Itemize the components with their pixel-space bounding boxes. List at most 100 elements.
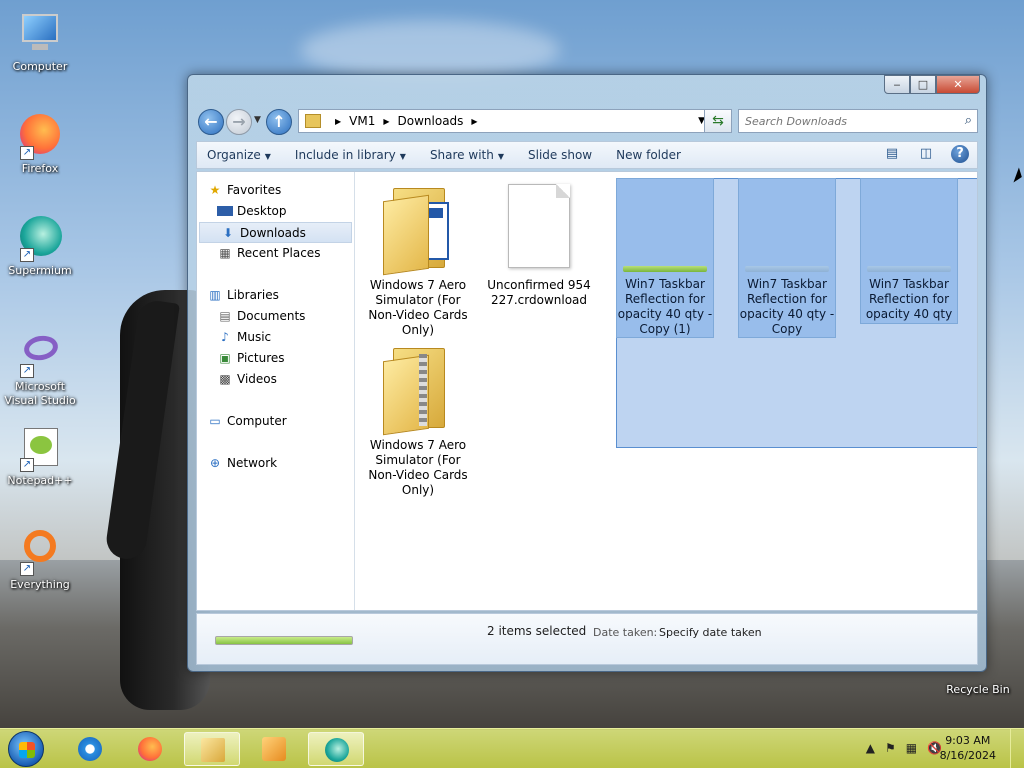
action-center-flag-icon[interactable]: ⚑ xyxy=(885,741,896,755)
nav-videos[interactable]: ▩ Videos xyxy=(197,369,354,390)
desktop-icon-supermium[interactable]: ↗ Supermium xyxy=(2,214,78,277)
computer-icon xyxy=(16,10,64,58)
file-name: Windows 7 Aero Simulator (For Non-Video … xyxy=(368,438,468,497)
organize-button[interactable]: Organize ▼ xyxy=(197,148,285,162)
show-hidden-icons-icon[interactable]: ▲ xyxy=(866,741,875,755)
breadcrumb-separator-icon[interactable]: ▶ xyxy=(335,117,341,126)
search-box[interactable]: ⌕ xyxy=(738,109,978,133)
desktop-icon-notepadpp[interactable]: ↗ Notepad++ xyxy=(2,424,78,487)
desktop-icon-firefox[interactable]: ↗ Firefox xyxy=(2,112,78,175)
date-taken-value[interactable]: Specify date taken xyxy=(659,626,762,639)
shortcut-arrow-icon: ↗ xyxy=(20,364,34,378)
back-button[interactable]: ← xyxy=(198,109,224,135)
nav-libraries[interactable]: ▥ Libraries xyxy=(197,285,354,306)
breadcrumb-downloads[interactable]: Downloads xyxy=(398,114,464,128)
selection-count: 2 items selected xyxy=(487,624,587,638)
nav-recent-places[interactable]: ▦ Recent Places xyxy=(197,243,354,264)
nav-desktop[interactable]: Desktop xyxy=(197,201,354,222)
start-button[interactable] xyxy=(8,731,44,767)
desktop-icon-everything[interactable]: ↗ Everything xyxy=(2,528,78,591)
file-item-aero-folder[interactable]: Windows 7 Aero Simulator (For Non-Video … xyxy=(365,180,471,338)
recycle-bin-label[interactable]: Recycle Bin xyxy=(940,683,1016,696)
close-button[interactable]: ✕ xyxy=(936,75,980,94)
new-folder-button[interactable]: New folder xyxy=(606,148,695,162)
file-item-crdownload[interactable]: Unconfirmed 954227.crdownload xyxy=(486,180,592,308)
help-icon[interactable]: ? xyxy=(951,145,969,163)
forward-button[interactable]: → xyxy=(226,109,252,135)
taskbar-supermium[interactable] xyxy=(308,732,364,766)
breadcrumb-vm1[interactable]: VM1 xyxy=(349,114,375,128)
file-name: Windows 7 Aero Simulator (For Non-Video … xyxy=(368,278,468,337)
explorer-window[interactable]: ‒ □ ✕ ← → ▼ ↑ ▶ VM1 ▶ Downloads ▶ ▼ ⇆ ⌕ … xyxy=(187,74,987,672)
breadcrumb-separator-icon[interactable]: ▶ xyxy=(471,117,477,126)
content-area: ★ Favorites Desktop ⬇ Downloads ▦ Recent Pl… xyxy=(196,171,978,611)
share-with-button[interactable]: Share with ▼ xyxy=(420,148,518,162)
media-player-icon xyxy=(262,737,286,761)
internet-explorer-icon xyxy=(78,737,102,761)
image-thumbnail xyxy=(623,266,707,272)
change-view-icon[interactable]: ▤ xyxy=(883,145,901,163)
show-desktop-button[interactable] xyxy=(1010,729,1024,768)
shortcut-arrow-icon: ↗ xyxy=(20,248,34,262)
folder-icon xyxy=(305,114,321,128)
preview-pane-icon[interactable]: ◫ xyxy=(917,145,935,163)
taskbar-media-player[interactable] xyxy=(246,732,302,766)
clock[interactable]: 9:03 AM 8/16/2024 xyxy=(940,733,996,763)
desktop-icon-label: Notepad++ xyxy=(7,474,73,487)
search-input[interactable] xyxy=(739,110,949,132)
file-item-taskbar-reflection[interactable]: Win7 Taskbar Reflection for opacity 40 q… xyxy=(860,178,958,324)
taskbar-firefox[interactable] xyxy=(122,732,178,766)
file-list[interactable]: Windows 7 Aero Simulator (For Non-Video … xyxy=(357,172,977,610)
recent-pages-dropdown-icon[interactable]: ▼ xyxy=(254,115,261,125)
nav-network[interactable]: ⊕ Network xyxy=(197,453,354,474)
organize-label: Organize xyxy=(207,148,261,162)
file-item-aero-zip[interactable]: Windows 7 Aero Simulator (For Non-Video … xyxy=(365,340,471,498)
documents-icon: ▤ xyxy=(219,309,231,323)
nav-pictures[interactable]: ▣ Pictures xyxy=(197,348,354,369)
refresh-button[interactable]: ⇆ xyxy=(704,109,732,133)
blank-file-icon xyxy=(504,180,574,272)
network-icon: ⊕ xyxy=(209,456,221,470)
mouse-cursor xyxy=(1013,167,1024,185)
maximize-button[interactable]: □ xyxy=(910,75,936,94)
nav-label: Downloads xyxy=(240,226,306,240)
desktop-icon-label: Everything xyxy=(10,578,70,591)
file-name: Win7 Taskbar Reflection for opacity 40 q… xyxy=(865,277,953,321)
desktop-icon-computer[interactable]: Computer xyxy=(2,10,78,73)
nav-label: Pictures xyxy=(237,351,285,365)
nav-label: Recent Places xyxy=(237,246,321,260)
include-in-library-button[interactable]: Include in library ▼ xyxy=(285,148,420,162)
breadcrumb-separator-icon[interactable]: ▶ xyxy=(383,117,389,126)
supermium-icon xyxy=(325,738,349,762)
nav-music[interactable]: ♪ Music xyxy=(197,327,354,348)
nav-label: Network xyxy=(227,456,278,470)
up-button[interactable]: ↑ xyxy=(266,109,292,135)
caption-buttons: ‒ □ ✕ xyxy=(884,75,980,94)
shortcut-arrow-icon: ↗ xyxy=(20,458,34,472)
nav-label: Computer xyxy=(227,414,287,428)
clock-time: 9:03 AM xyxy=(945,734,991,747)
explorer-folder-icon xyxy=(201,738,225,762)
address-bar[interactable]: ▶ VM1 ▶ Downloads ▶ ▼ xyxy=(298,109,732,133)
visual-studio-icon: ↗ xyxy=(16,330,64,378)
star-icon: ★ xyxy=(209,183,221,197)
nav-downloads[interactable]: ⬇ Downloads xyxy=(199,222,352,243)
search-icon[interactable]: ⌕ xyxy=(965,113,972,128)
desktop-icon-label: Supermium xyxy=(8,264,72,277)
file-item-taskbar-reflection-copy-1[interactable]: Win7 Taskbar Reflection for opacity 40 q… xyxy=(616,178,714,338)
minimize-button[interactable]: ‒ xyxy=(884,75,910,94)
network-icon[interactable]: ▦ xyxy=(906,741,917,755)
slide-show-button[interactable]: Slide show xyxy=(518,148,606,162)
nav-favorites[interactable]: ★ Favorites xyxy=(197,180,354,201)
desktop-icon-visual-studio[interactable]: ↗ Microsoft Visual Studio xyxy=(2,330,78,408)
system-tray: ▲ ⚑ ▦ 🔇 xyxy=(866,741,942,755)
nav-computer[interactable]: ▭ Computer xyxy=(197,411,354,432)
nav-documents[interactable]: ▤ Documents xyxy=(197,306,354,327)
file-item-taskbar-reflection-copy[interactable]: Win7 Taskbar Reflection for opacity 40 q… xyxy=(738,178,836,338)
taskbar-ie[interactable] xyxy=(62,732,118,766)
downloads-folder-icon: ⬇ xyxy=(222,226,234,240)
folder-icon xyxy=(383,180,453,276)
taskbar-explorer[interactable] xyxy=(184,732,240,766)
